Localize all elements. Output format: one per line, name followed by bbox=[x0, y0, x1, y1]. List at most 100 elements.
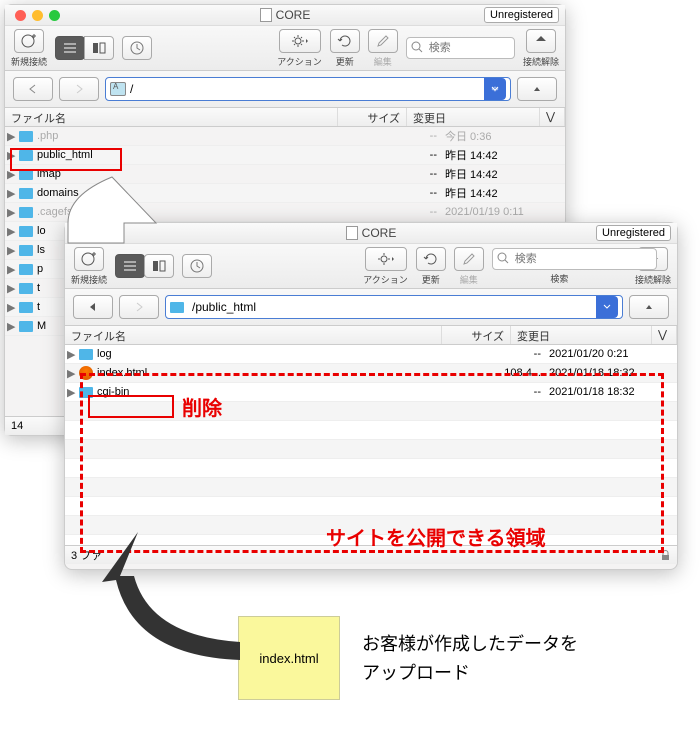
folder-icon bbox=[19, 321, 33, 332]
disk-icon bbox=[110, 82, 126, 96]
table-row[interactable]: ▶log--2021/01/20 0:21 bbox=[65, 345, 677, 364]
toolbar: 新規接続 アクション 更新 編集 検索 接続解除 bbox=[65, 244, 677, 289]
file-size: -- bbox=[381, 130, 441, 142]
list-view-button[interactable] bbox=[55, 36, 85, 60]
eject-icon bbox=[533, 35, 549, 47]
folder-icon bbox=[79, 349, 93, 360]
upload-arrow-icon bbox=[90, 526, 250, 676]
highlight-public-html bbox=[10, 148, 122, 171]
note-file: index.html bbox=[238, 616, 340, 700]
document-icon bbox=[260, 8, 272, 22]
col-date[interactable]: 変更日 bbox=[407, 108, 540, 126]
col-menu[interactable]: ⋁ bbox=[540, 108, 565, 126]
history-button[interactable] bbox=[182, 254, 212, 278]
path-dropdown-icon[interactable] bbox=[484, 78, 506, 100]
path-bar: / bbox=[5, 71, 565, 108]
unregistered-badge: Unregistered bbox=[596, 225, 671, 241]
column-view-button[interactable] bbox=[144, 254, 174, 278]
file-date: 昨日 14:42 bbox=[441, 185, 565, 201]
folder-icon bbox=[19, 302, 33, 313]
file-name: .php bbox=[37, 130, 381, 142]
action-button[interactable]: アクション bbox=[363, 247, 408, 286]
html-file-icon bbox=[79, 366, 93, 380]
pencil-icon bbox=[375, 33, 391, 49]
file-list: ▶log--2021/01/20 0:21▶index.html108.4...… bbox=[65, 345, 677, 545]
disclosure-triangle-icon[interactable]: ▶ bbox=[7, 282, 17, 295]
ftp-window-public-html: CORE Unregistered 新規接続 アクション 更新 編集 検索 接続… bbox=[64, 222, 678, 570]
disclosure-triangle-icon[interactable]: ▶ bbox=[7, 301, 17, 314]
folder-icon bbox=[79, 387, 93, 398]
col-name[interactable]: ファイル名 bbox=[5, 108, 338, 126]
col-name[interactable]: ファイル名 bbox=[65, 326, 442, 344]
nav-up-button[interactable] bbox=[517, 77, 557, 101]
path-field[interactable]: / bbox=[105, 77, 511, 101]
folder-icon bbox=[19, 283, 33, 294]
disclosure-triangle-icon[interactable]: ▶ bbox=[67, 367, 77, 380]
table-row[interactable]: ▶cgi-bin--2021/01/18 18:32 bbox=[65, 383, 677, 402]
folder-icon bbox=[19, 207, 33, 218]
document-icon bbox=[346, 226, 358, 240]
disclosure-triangle-icon[interactable]: ▶ bbox=[7, 206, 17, 219]
path-bar: /public_html bbox=[65, 289, 677, 326]
column-headers: ファイル名 サイズ 変更日 ⋁ bbox=[5, 108, 565, 127]
refresh-icon bbox=[337, 33, 353, 49]
disclosure-triangle-icon[interactable]: ▶ bbox=[67, 348, 77, 361]
list-view-button[interactable] bbox=[115, 254, 145, 278]
toolbar: 新規接続 アクション 更新 編集 接続解除 bbox=[5, 26, 565, 71]
file-date: 2021/01/19 0:11 bbox=[441, 206, 565, 218]
disclosure-triangle-icon[interactable]: ▶ bbox=[7, 320, 17, 333]
file-size: -- bbox=[485, 348, 545, 360]
folder-icon bbox=[19, 226, 33, 237]
file-name: log bbox=[97, 348, 485, 360]
unregistered-badge: Unregistered bbox=[484, 7, 559, 23]
nav-back-button[interactable] bbox=[73, 295, 113, 319]
window-title: CORE bbox=[362, 226, 397, 240]
column-view-button[interactable] bbox=[84, 36, 114, 60]
col-size[interactable]: サイズ bbox=[442, 326, 511, 344]
titlebar: CORE Unregistered bbox=[5, 5, 565, 26]
table-row[interactable]: ▶.php--今日 0:36 bbox=[5, 127, 565, 146]
file-date: 昨日 14:42 bbox=[441, 166, 565, 182]
folder-icon bbox=[170, 302, 184, 313]
folder-icon bbox=[19, 131, 33, 142]
nav-forward-button[interactable] bbox=[59, 77, 99, 101]
disclosure-triangle-icon[interactable]: ▶ bbox=[7, 187, 17, 200]
new-connection-button[interactable]: 新規接続 bbox=[71, 247, 107, 286]
refresh-button[interactable]: 更新 bbox=[330, 29, 360, 68]
search-icon bbox=[497, 252, 509, 264]
gear-icon bbox=[291, 34, 309, 48]
new-connection-button[interactable]: 新規接続 bbox=[11, 29, 47, 68]
file-date: 2021/01/18 18:32 bbox=[545, 386, 677, 398]
refresh-button[interactable]: 更新 bbox=[416, 247, 446, 286]
globe-plus-icon bbox=[20, 32, 38, 50]
disclosure-triangle-icon[interactable]: ▶ bbox=[7, 244, 17, 257]
nav-forward-button[interactable] bbox=[119, 295, 159, 319]
disclosure-triangle-icon[interactable]: ▶ bbox=[7, 130, 17, 143]
search-input[interactable] bbox=[492, 248, 657, 270]
file-size: -- bbox=[381, 187, 441, 199]
disclosure-triangle-icon[interactable]: ▶ bbox=[67, 386, 77, 399]
table-row[interactable]: ▶index.html108.4...2021/01/18 18:32 bbox=[65, 364, 677, 383]
history-button[interactable] bbox=[122, 36, 152, 60]
folder-icon bbox=[19, 264, 33, 275]
col-menu[interactable]: ⋁ bbox=[652, 326, 677, 344]
nav-back-button[interactable] bbox=[13, 77, 53, 101]
edit-button[interactable]: 編集 bbox=[454, 247, 484, 286]
path-dropdown-icon[interactable] bbox=[596, 296, 618, 318]
path-field[interactable]: /public_html bbox=[165, 295, 623, 319]
disclosure-triangle-icon[interactable]: ▶ bbox=[7, 225, 17, 238]
disclosure-triangle-icon[interactable]: ▶ bbox=[7, 263, 17, 276]
folder-icon bbox=[19, 245, 33, 256]
nav-up-button[interactable] bbox=[629, 295, 669, 319]
disconnect-button[interactable]: 接続解除 bbox=[523, 29, 559, 68]
file-size: -- bbox=[381, 149, 441, 161]
file-size: 108.4... bbox=[485, 367, 545, 379]
file-size: -- bbox=[381, 168, 441, 180]
search-icon bbox=[411, 41, 423, 53]
col-size[interactable]: サイズ bbox=[338, 108, 407, 126]
action-button[interactable]: アクション bbox=[277, 29, 322, 68]
col-date[interactable]: 変更日 bbox=[511, 326, 652, 344]
file-date: 2021/01/18 18:32 bbox=[545, 367, 677, 379]
callout-arrow bbox=[58, 175, 158, 245]
edit-button[interactable]: 編集 bbox=[368, 29, 398, 68]
